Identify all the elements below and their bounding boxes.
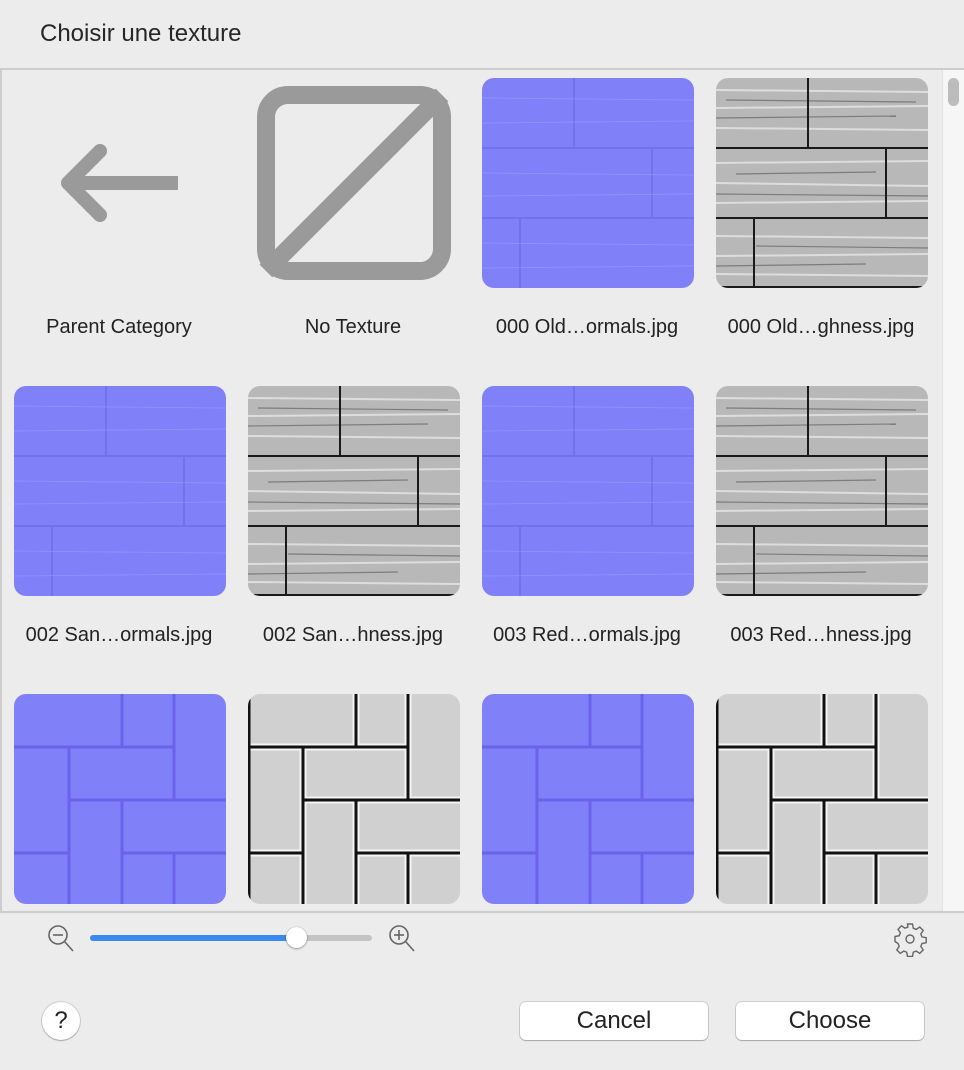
- zoom-out-icon[interactable]: [46, 923, 76, 955]
- zoom-slider[interactable]: [90, 927, 372, 948]
- scrollbar-thumb[interactable]: [948, 78, 959, 106]
- texture-label: Parent Category: [46, 316, 192, 338]
- texture-thumbnail: [482, 78, 694, 288]
- texture-label: 002 San…hness.jpg: [262, 624, 444, 646]
- texture-thumbnail: [248, 694, 460, 904]
- texture-item[interactable]: [704, 686, 938, 911]
- texture-label: 003 Red…hness.jpg: [730, 624, 912, 646]
- texture-label: 002 San…ormals.jpg: [25, 624, 213, 646]
- zoom-slider-knob[interactable]: [285, 927, 307, 948]
- texture-thumbnail: [482, 386, 694, 596]
- texture-label: 003 Red…ormals.jpg: [493, 624, 681, 646]
- texture-label: No Texture: [304, 316, 402, 338]
- dialog-title: Choisir une texture: [40, 20, 242, 47]
- texture-item[interactable]: 000 Old…ormals.jpg: [470, 70, 704, 370]
- texture-thumbnail: [716, 694, 928, 904]
- texture-browser: Parent Category No Texture 000 Old…ormals.…: [0, 68, 964, 913]
- texture-label: 000 Old…ghness.jpg: [727, 316, 915, 338]
- scrollbar[interactable]: [942, 70, 964, 911]
- zoom-slider-fill: [90, 935, 296, 941]
- arrow-left-icon: [14, 78, 226, 288]
- texture-thumbnail: [14, 386, 226, 596]
- texture-item[interactable]: 002 San…ormals.jpg: [2, 378, 236, 678]
- texture-item[interactable]: [470, 686, 704, 911]
- texture-thumbnail: [716, 386, 928, 596]
- zoom-in-icon[interactable]: [387, 923, 417, 955]
- zoom-bar: [0, 915, 964, 961]
- texture-item[interactable]: 000 Old…ghness.jpg: [704, 70, 938, 370]
- help-button[interactable]: ?: [42, 1002, 80, 1040]
- texture-item[interactable]: [2, 686, 236, 911]
- texture-item[interactable]: No Texture: [236, 70, 470, 370]
- texture-item[interactable]: 003 Red…ormals.jpg: [470, 378, 704, 678]
- texture-item[interactable]: Parent Category: [2, 70, 236, 370]
- texture-thumbnail: [716, 78, 928, 288]
- texture-item[interactable]: 003 Red…hness.jpg: [704, 378, 938, 678]
- choose-button[interactable]: Choose: [736, 1002, 924, 1040]
- texture-thumbnail: [14, 694, 226, 904]
- texture-thumbnail: [248, 386, 460, 596]
- gear-icon[interactable]: [892, 921, 928, 957]
- cancel-button[interactable]: Cancel: [520, 1002, 708, 1040]
- texture-label: 000 Old…ormals.jpg: [495, 316, 679, 338]
- texture-item[interactable]: [236, 686, 470, 911]
- no-texture-icon: [248, 78, 460, 288]
- texture-thumbnail: [482, 694, 694, 904]
- texture-item[interactable]: 002 San…hness.jpg: [236, 378, 470, 678]
